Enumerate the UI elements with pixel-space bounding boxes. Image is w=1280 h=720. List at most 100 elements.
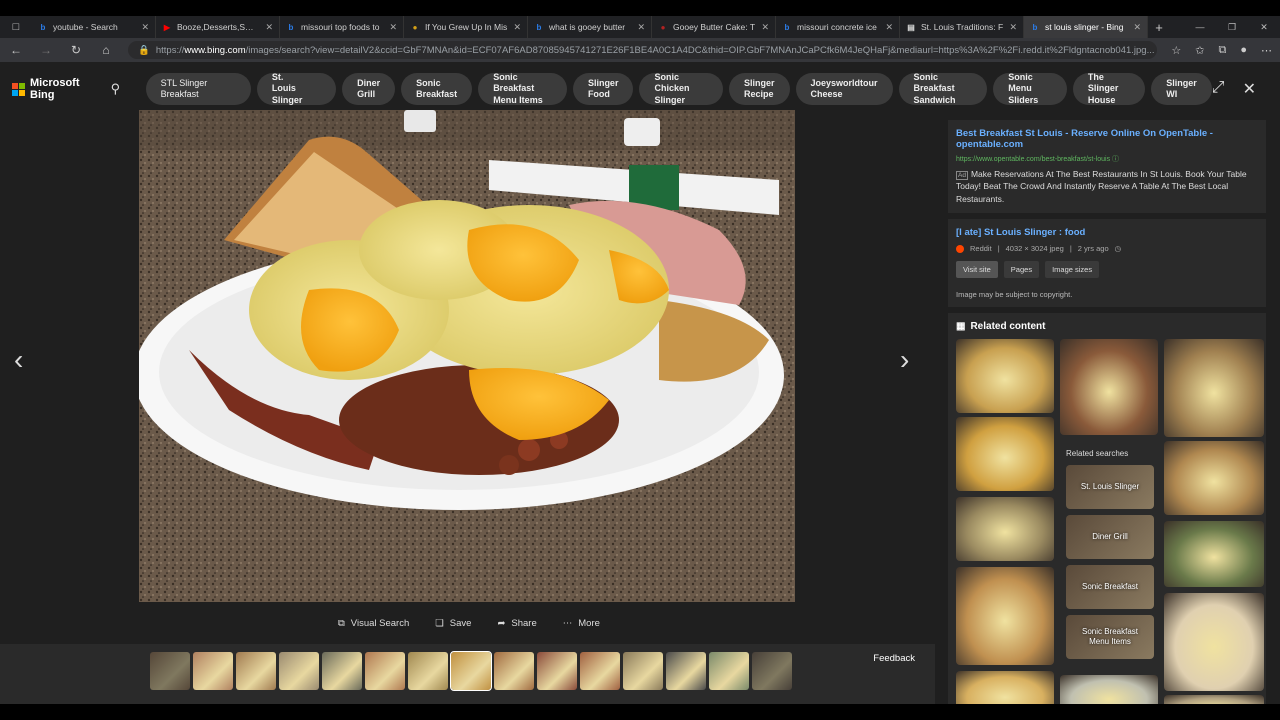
related-content: ▦ Related content Related searches St. Lou…: [948, 313, 1266, 704]
url-field[interactable]: 🔒 https://www.bing.com/images/search?vie…: [128, 41, 1158, 59]
related-image[interactable]: [956, 567, 1054, 666]
related-image[interactable]: [1164, 339, 1264, 438]
related-chip[interactable]: Joeysworldtour Cheese: [795, 73, 893, 105]
related-chip[interactable]: St. Louis Slinger: [256, 72, 337, 105]
settings-menu-icon[interactable]: ⋯: [1261, 44, 1272, 57]
thumbnail[interactable]: [450, 651, 492, 691]
close-tab-icon[interactable]: ✕: [637, 22, 645, 33]
browser-tab[interactable]: ● Gooey Butter Cake: T ✕: [652, 16, 776, 38]
related-chip[interactable]: Sonic Menu Sliders: [993, 72, 1067, 105]
close-tab-icon[interactable]: ✕: [141, 22, 149, 33]
refresh-icon[interactable]: ↻: [68, 43, 84, 57]
related-chip[interactable]: Slinger Recipe: [729, 73, 790, 105]
close-viewer-icon[interactable]: ✕: [1243, 79, 1256, 99]
collections-icon[interactable]: ⧉: [1218, 44, 1226, 57]
main-image[interactable]: [139, 110, 795, 602]
thumbnail[interactable]: [193, 652, 233, 690]
visit-site-button[interactable]: Visit site: [956, 261, 998, 279]
feedback-link[interactable]: Feedback: [873, 653, 915, 664]
close-tab-icon[interactable]: ✕: [885, 22, 893, 33]
related-chip[interactable]: Diner Grill: [342, 73, 396, 105]
related-image[interactable]: [956, 497, 1054, 562]
favorite-star-icon[interactable]: ☆: [1171, 44, 1181, 57]
related-search-tile[interactable]: St. Louis Slinger: [1066, 465, 1154, 510]
related-search-tile[interactable]: Sonic Breakfast: [1066, 565, 1154, 610]
related-chip[interactable]: The Slinger House: [1072, 72, 1146, 105]
new-tab-button[interactable]: +: [1148, 16, 1170, 38]
search-icon[interactable]: ⚲: [101, 81, 129, 97]
related-image[interactable]: [1164, 695, 1264, 704]
tab-actions-icon[interactable]: □: [0, 16, 32, 38]
browser-tab[interactable]: b what is gooey butter ✕: [528, 16, 652, 38]
related-image[interactable]: [956, 417, 1054, 492]
related-search-tile[interactable]: Sonic Breakfast Menu Items: [1066, 615, 1154, 660]
close-tab-icon[interactable]: ✕: [761, 22, 769, 33]
restore-icon[interactable]: ❐: [1216, 16, 1248, 38]
related-image[interactable]: [1060, 675, 1158, 704]
share-button[interactable]: ➦ Share: [497, 618, 536, 629]
bing-header: Microsoft Bing ⚲ STL Slinger Breakfast St…: [0, 62, 1280, 116]
chip-label: House: [1087, 94, 1116, 105]
home-icon[interactable]: ⌂: [98, 43, 114, 57]
thumbnail[interactable]: [322, 652, 362, 690]
expand-icon[interactable]: ⤢: [1212, 79, 1225, 99]
next-image-icon[interactable]: ›: [900, 344, 909, 376]
browser-tab[interactable]: b missouri top foods to ✕: [280, 16, 404, 38]
visual-search-button[interactable]: ⧉ Visual Search: [338, 618, 409, 629]
thumbnail[interactable]: [666, 652, 706, 690]
close-tab-icon[interactable]: ✕: [513, 22, 521, 33]
close-tab-icon[interactable]: ✕: [1133, 22, 1141, 33]
favorites-icon[interactable]: ✩: [1195, 44, 1204, 57]
close-tab-icon[interactable]: ✕: [265, 22, 273, 33]
related-chip[interactable]: Sonic Breakfast Menu Items: [478, 72, 567, 105]
grid-icon: ▦: [956, 321, 966, 333]
thumbnail[interactable]: [408, 652, 448, 690]
browser-tab[interactable]: b st louis slinger - Bing ✕: [1024, 16, 1148, 38]
thumbnail[interactable]: [494, 652, 534, 690]
ad-title-link[interactable]: Best Breakfast St Louis - Reserve Online…: [956, 128, 1258, 150]
related-image[interactable]: [956, 671, 1054, 704]
thumbnail[interactable]: [752, 652, 792, 690]
thumbnail[interactable]: [580, 652, 620, 690]
thumbnail[interactable]: [537, 652, 577, 690]
related-chip[interactable]: Sonic Chicken Slinger: [639, 72, 724, 105]
browser-tab[interactable]: ▶ Booze,Desserts,Smoke ✕: [156, 16, 280, 38]
image-sizes-button[interactable]: Image sizes: [1045, 261, 1100, 279]
thumbnail[interactable]: [150, 652, 190, 690]
pages-button[interactable]: Pages: [1003, 261, 1040, 279]
close-tab-icon[interactable]: ✕: [389, 22, 397, 33]
thumbnail[interactable]: [279, 652, 319, 690]
save-button[interactable]: ❏ Save: [435, 618, 471, 629]
related-image[interactable]: [1164, 441, 1264, 516]
tab-title: Booze,Desserts,Smoke: [177, 22, 261, 32]
related-image[interactable]: [1060, 339, 1158, 436]
minimize-icon[interactable]: —: [1184, 16, 1216, 38]
bing-logo[interactable]: Microsoft Bing: [12, 77, 97, 101]
thumbnail[interactable]: [365, 652, 405, 690]
close-window-icon[interactable]: ✕: [1248, 16, 1280, 38]
thumbnail[interactable]: [236, 652, 276, 690]
browser-tab[interactable]: ▤ St. Louis Traditions: F ✕: [900, 16, 1024, 38]
profile-avatar-icon[interactable]: ●: [1240, 44, 1247, 57]
result-title-link[interactable]: [I ate] St Louis Slinger : food: [956, 227, 1258, 238]
browser-tab[interactable]: b missouri concrete ice ✕: [776, 16, 900, 38]
forward-icon[interactable]: →: [38, 43, 54, 57]
related-chip[interactable]: Slinger WI: [1151, 73, 1212, 105]
related-image[interactable]: [1164, 521, 1264, 588]
back-icon[interactable]: ←: [8, 43, 24, 57]
more-button[interactable]: ⋯ More: [563, 618, 600, 629]
browser-tab[interactable]: b youtube - Search ✕: [32, 16, 156, 38]
related-chip[interactable]: Sonic Breakfast Sandwich: [898, 72, 988, 105]
related-search-tile[interactable]: Diner Grill: [1066, 515, 1154, 560]
thumbnail[interactable]: [623, 652, 663, 690]
close-tab-icon[interactable]: ✕: [1009, 22, 1017, 33]
browser-tab[interactable]: ● If You Grew Up In Mis ✕: [404, 16, 528, 38]
related-chip[interactable]: Slinger Food: [572, 73, 634, 105]
previous-image-icon[interactable]: ‹: [14, 344, 23, 376]
related-chip[interactable]: Sonic Breakfast: [401, 73, 473, 105]
related-chip[interactable]: STL Slinger Breakfast: [145, 73, 251, 105]
chip-label: Slinger: [744, 77, 775, 88]
related-image[interactable]: [956, 339, 1054, 414]
thumbnail[interactable]: [709, 652, 749, 690]
related-image[interactable]: [1164, 593, 1264, 692]
